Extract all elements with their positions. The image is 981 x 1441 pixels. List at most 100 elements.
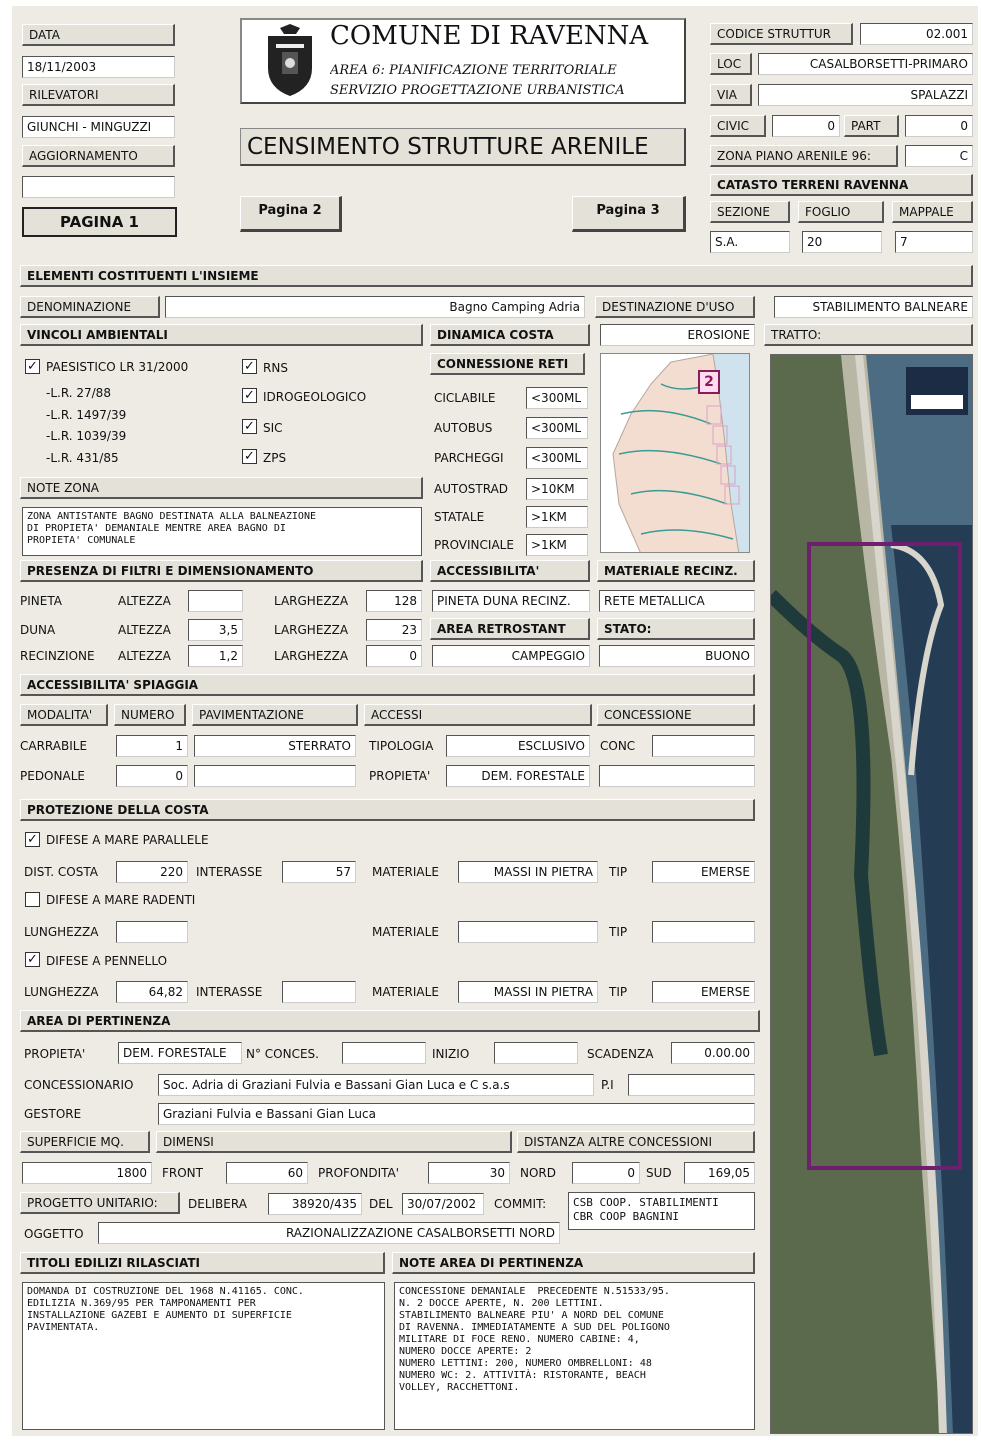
profondita-field[interactable]: 30 — [428, 1162, 510, 1184]
part-field[interactable]: 0 — [905, 115, 973, 137]
data-label: DATA — [22, 24, 175, 46]
gestore-label: GESTORE — [24, 1107, 82, 1121]
destinazione-field[interactable]: STABILIMENTO BALNEARE — [774, 296, 973, 318]
vincoli-header: VINCOLI AMBIENTALI — [20, 324, 423, 346]
area-retrostante-label: AREA RETROSTANT — [430, 618, 590, 640]
note-zona-text[interactable]: ZONA ANTISTANTE BAGNO DESTINATA ALLA BAL… — [22, 507, 422, 556]
duna-altezza-field[interactable]: 3,5 — [188, 619, 243, 641]
del-field[interactable]: 30/07/2002 — [402, 1193, 484, 1215]
rns-checkbox[interactable]: ✓ — [242, 359, 257, 374]
materiale-field-2[interactable] — [458, 921, 598, 943]
pagina-2-button[interactable]: Pagina 2 — [240, 196, 342, 232]
accessibilita-field[interactable]: PINETA DUNA RECINZ. — [432, 590, 590, 612]
tip-field-1[interactable]: EMERSE — [652, 861, 755, 883]
front-field[interactable]: 60 — [226, 1162, 308, 1184]
radenti-checkbox[interactable] — [25, 892, 40, 907]
carrabile-pavimentazione-field[interactable]: STERRATO — [194, 735, 356, 757]
provinciale-field[interactable]: >1KM — [526, 534, 588, 556]
pedonale-numero-field[interactable]: 0 — [116, 765, 188, 787]
loc-field[interactable]: CASALBORSETTI-PRIMARO — [758, 53, 973, 75]
propieta-accessi-field[interactable]: DEM. FORESTALE — [446, 765, 590, 787]
nord-field[interactable]: 0 — [572, 1162, 640, 1184]
interasse-label-1: INTERASSE — [196, 865, 263, 879]
data-field[interactable]: 18/11/2003 — [22, 56, 175, 78]
parcheggi-field[interactable]: <300ML — [526, 447, 588, 469]
civic-field[interactable]: 0 — [772, 115, 840, 137]
census-form: DATA 18/11/2003 RILEVATORI GIUNCHI - MIN… — [12, 6, 978, 1436]
zps-checkbox[interactable]: ✓ — [242, 449, 257, 464]
dist-costa-field[interactable]: 220 — [116, 861, 188, 883]
pagina-1-tab[interactable]: PAGINA 1 — [22, 207, 177, 237]
zona-field[interactable]: C — [905, 145, 973, 167]
commit-field[interactable]: CSB COOP. STABILIMENTI CBR COOP BAGNINI — [568, 1192, 755, 1230]
pineta-altezza-field[interactable] — [188, 590, 243, 612]
denominazione-field[interactable]: Bagno Camping Adria — [165, 296, 585, 318]
sezione-label: SEZIONE — [710, 201, 790, 223]
scadenza-field[interactable]: 0.00.00 — [671, 1042, 755, 1064]
codice-field[interactable]: 02.001 — [860, 23, 973, 45]
idrogeologico-checkbox[interactable]: ✓ — [242, 388, 257, 403]
recinzione-larghezza-field[interactable]: 0 — [366, 645, 422, 667]
titoli-text[interactable]: DOMANDA DI COSTRUZIONE DEL 1968 N.41165.… — [22, 1282, 385, 1430]
civic-label: CIVIC — [710, 115, 766, 137]
concessione-field-2[interactable] — [599, 765, 755, 787]
sic-checkbox[interactable]: ✓ — [242, 419, 257, 434]
delibera-field[interactable]: 38920/435 — [268, 1193, 362, 1215]
gestore-field[interactable]: Graziani Fulvia e Bassani Gian Luca — [158, 1103, 755, 1125]
pedonale-pavimentazione-field[interactable] — [194, 765, 356, 787]
foglio-label: FOGLIO — [798, 201, 884, 223]
concessionario-field[interactable]: Soc. Adria di Graziani Fulvia e Bassani … — [158, 1074, 594, 1096]
materiale-field[interactable]: RETE METALLICA — [599, 590, 755, 612]
sud-field[interactable]: 169,05 — [684, 1162, 755, 1184]
foglio-field[interactable]: 20 — [802, 231, 882, 253]
via-field[interactable]: SPALAZZI — [758, 84, 973, 106]
lunghezza-field-2[interactable] — [116, 921, 188, 943]
conc-field[interactable] — [652, 735, 755, 757]
oggetto-field[interactable]: RAZIONALIZZAZIONE CASALBORSETTI NORD — [98, 1222, 560, 1244]
statale-field[interactable]: >1KM — [526, 506, 588, 528]
inizio-field[interactable] — [494, 1042, 578, 1064]
pi-field[interactable] — [628, 1074, 755, 1096]
stato-field[interactable]: BUONO — [599, 645, 755, 667]
tipologia-field[interactable]: ESCLUSIVO — [446, 735, 590, 757]
profondita-label: PROFONDITA' — [318, 1166, 400, 1180]
materiale-field-1[interactable]: MASSI IN PIETRA — [458, 861, 598, 883]
interasse-field-1[interactable]: 57 — [282, 861, 356, 883]
note-zona-label: NOTE ZONA — [20, 477, 423, 499]
aggiornamento-field[interactable] — [22, 176, 175, 198]
dinamica-field[interactable]: EROSIONE — [600, 324, 755, 346]
commit-label: COMMIT: — [494, 1197, 547, 1211]
lunghezza-field-3[interactable]: 64,82 — [116, 981, 188, 1003]
nconces-field[interactable] — [342, 1042, 426, 1064]
nord-label: NORD — [520, 1166, 556, 1180]
recinzione-altezza-field[interactable]: 1,2 — [188, 645, 243, 667]
carrabile-numero-field[interactable]: 1 — [116, 735, 188, 757]
ciclabile-field[interactable]: <300ML — [526, 387, 588, 409]
tip-field-2[interactable] — [652, 921, 755, 943]
paesistico-checkbox[interactable]: ✓ — [25, 359, 40, 374]
autobus-field[interactable]: <300ML — [526, 417, 588, 439]
mappale-field[interactable]: 7 — [895, 231, 973, 253]
sezione-field[interactable]: S.A. — [710, 231, 790, 253]
rilevatori-field[interactable]: GIUNCHI - MINGUZZI — [22, 116, 175, 138]
map-badge: 2 — [704, 375, 714, 390]
interasse-field-3[interactable] — [282, 981, 356, 1003]
parallele-checkbox[interactable]: ✓ — [25, 832, 40, 847]
tip-label-3: TIP — [609, 985, 628, 999]
note-area-header: NOTE AREA DI PERTINENZA — [392, 1252, 755, 1274]
duna-larghezza-field[interactable]: 23 — [366, 619, 422, 641]
propieta-field[interactable]: DEM. FORESTALE — [118, 1042, 242, 1064]
pedonale-label: PEDONALE — [20, 769, 85, 783]
note-area-text[interactable]: CONCESSIONE DEMANIALE PRECEDENTE N.51533… — [394, 1282, 755, 1430]
autostrad-field[interactable]: >10KM — [526, 478, 588, 500]
area-retrostante-field[interactable]: CAMPEGGIO — [432, 645, 590, 667]
materiale-field-3[interactable]: MASSI IN PIETRA — [458, 981, 598, 1003]
tip-field-3[interactable]: EMERSE — [652, 981, 755, 1003]
pineta-larghezza-field[interactable]: 128 — [366, 590, 422, 612]
superficie-field[interactable]: 1800 — [22, 1162, 152, 1184]
ciclabile-label: CICLABILE — [434, 391, 496, 405]
parcheggi-label: PARCHEGGI — [434, 451, 504, 465]
pennello-checkbox[interactable]: ✓ — [25, 952, 40, 967]
pagina-3-button[interactable]: Pagina 3 — [572, 196, 686, 232]
autobus-label: AUTOBUS — [434, 421, 493, 435]
